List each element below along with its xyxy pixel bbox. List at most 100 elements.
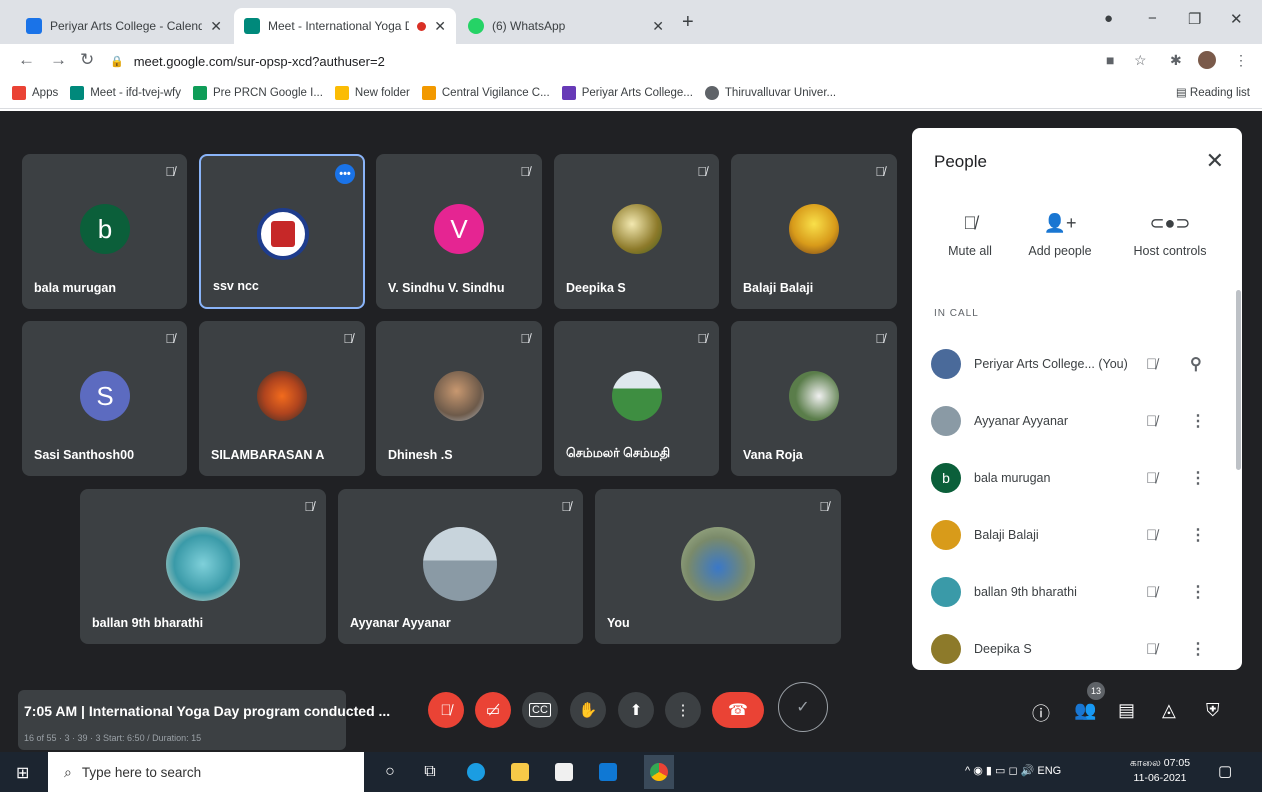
- mic-off-icon[interactable]: 🎙̸: [1146, 641, 1157, 658]
- network-icon[interactable]: ◉: [973, 765, 986, 777]
- participant-tile[interactable]: 🎙̸ b bala murugan: [22, 154, 187, 309]
- host-controls-button[interactable]: ⊂●⊃ Host controls: [1124, 213, 1216, 258]
- panel-scrollbar[interactable]: [1236, 290, 1241, 470]
- chevron-up-icon[interactable]: ^: [965, 765, 970, 777]
- end-call-button[interactable]: ☎: [712, 692, 764, 728]
- task-view-icon[interactable]: ⧉: [418, 760, 442, 784]
- taskbar-clock[interactable]: காலை 07:05 11-06-2021: [1130, 756, 1190, 786]
- omnibox[interactable]: 🔒 meet.google.com/sur-opsp-xcd?authuser=…: [110, 48, 1150, 74]
- participant-tile[interactable]: 🎙̸ Ayyanar Ayyanar: [338, 489, 583, 644]
- mic-off-button[interactable]: 🎙̸: [428, 692, 464, 728]
- close-window-button[interactable]: ✕: [1230, 10, 1243, 28]
- participant-tile[interactable]: 🎙̸ ballan 9th bharathi: [80, 489, 326, 644]
- mic-off-icon[interactable]: 🎙̸: [1146, 584, 1157, 601]
- menu-icon[interactable]: ⋮: [1234, 52, 1248, 69]
- bookmark-prcn[interactable]: Pre PRCN Google I...: [192, 85, 323, 100]
- system-tray[interactable]: ^ ◉ ▮ ▭ ◻ 🔊 ENG: [965, 764, 1061, 777]
- cortana-icon[interactable]: ○: [378, 760, 402, 784]
- more-vert-icon[interactable]: ⋮: [1190, 582, 1206, 602]
- bookmark-apps[interactable]: Apps: [12, 85, 58, 100]
- tab-meet[interactable]: Meet - International Yoga Da ✕: [234, 8, 456, 44]
- bookmark-vigilance[interactable]: Central Vigilance C...: [421, 85, 550, 100]
- forward-icon[interactable]: →: [50, 50, 67, 70]
- captions-button[interactable]: CC: [522, 692, 558, 728]
- language-indicator[interactable]: ENG: [1037, 765, 1061, 777]
- extensions-icon[interactable]: ✱: [1170, 52, 1182, 69]
- notification-icon[interactable]: ▢: [1218, 762, 1232, 780]
- participant-tile[interactable]: 🎙̸ SILAMBARASAN A: [199, 321, 365, 476]
- mic-off-icon[interactable]: 🎙̸: [1146, 413, 1157, 430]
- profile-avatar[interactable]: [1198, 51, 1216, 69]
- bookmark-periyar[interactable]: Periyar Arts College...: [561, 85, 693, 100]
- add-people-button[interactable]: 👤+ Add people: [1020, 213, 1100, 258]
- restore-button[interactable]: ❐: [1188, 10, 1201, 28]
- store-icon[interactable]: [552, 760, 576, 784]
- reload-icon[interactable]: ↻: [80, 50, 94, 70]
- participant-name: ssv ncc: [213, 279, 259, 293]
- volume-icon[interactable]: 🔊: [1021, 765, 1038, 777]
- pin-icon[interactable]: ⚲: [1190, 354, 1202, 374]
- info-icon[interactable]: ⓘ: [1032, 700, 1050, 726]
- people-list-item[interactable]: ballan 9th bharathi 🎙̸ ⋮: [912, 572, 1234, 612]
- more-vert-icon[interactable]: ⋮: [1190, 525, 1206, 545]
- people-list-item[interactable]: Ayyanar Ayyanar 🎙̸ ⋮: [912, 401, 1234, 441]
- participant-tile[interactable]: 🎙̸ Deepika S: [554, 154, 719, 309]
- participant-tile[interactable]: 🎙̸ V V. Sindhu V. Sindhu: [376, 154, 542, 309]
- participant-tile[interactable]: 🎙̸ Balaji Balaji: [731, 154, 897, 309]
- people-list-item[interactable]: Balaji Balaji 🎙̸ ⋮: [912, 515, 1234, 555]
- mute-all-button[interactable]: 🎙̸ Mute all: [934, 213, 1006, 258]
- chat-icon[interactable]: ▤: [1118, 700, 1135, 721]
- people-icon[interactable]: 👥: [1074, 700, 1096, 721]
- mic-off-icon[interactable]: 🎙̸: [1146, 356, 1157, 373]
- participant-tile[interactable]: 🎙̸ You: [595, 489, 841, 644]
- tab-whatsapp[interactable]: (6) WhatsApp ✕: [458, 8, 674, 44]
- more-options-icon[interactable]: •••: [335, 164, 355, 184]
- mail-icon[interactable]: [596, 760, 620, 784]
- participant-tile[interactable]: ••• ssv ncc: [199, 154, 365, 309]
- participant-name: V. Sindhu V. Sindhu: [388, 281, 505, 295]
- mic-off-icon[interactable]: 🎙̸: [1146, 470, 1157, 487]
- file-explorer-icon[interactable]: [508, 760, 532, 784]
- mic-off-icon[interactable]: 🎙̸: [1146, 527, 1157, 544]
- reading-list-button[interactable]: ▤ Reading list: [1176, 85, 1250, 99]
- new-tab-button[interactable]: +: [682, 11, 694, 34]
- participant-tile[interactable]: 🎙̸ Vana Roja: [731, 321, 897, 476]
- more-vert-icon[interactable]: ⋮: [1190, 639, 1206, 659]
- check-button[interactable]: ✓: [778, 682, 828, 732]
- tab-calendar[interactable]: Periyar Arts College - Calendar - ✕: [16, 8, 232, 44]
- close-tab-icon[interactable]: ✕: [210, 18, 222, 35]
- edge-icon[interactable]: [464, 760, 488, 784]
- battery-icon[interactable]: ▭: [995, 765, 1008, 777]
- participant-tile[interactable]: 🎙̸ செம்மலர் செம்மதி: [554, 321, 719, 476]
- close-tab-icon[interactable]: ✕: [434, 18, 446, 35]
- profile-indicator-icon[interactable]: ●: [1104, 10, 1113, 27]
- close-tab-icon[interactable]: ✕: [652, 18, 664, 35]
- camera-off-button[interactable]: ▭̸: [475, 692, 511, 728]
- minimize-button[interactable]: −: [1148, 10, 1157, 27]
- people-list-item[interactable]: b bala murugan 🎙̸ ⋮: [912, 458, 1234, 498]
- bookmark-folder[interactable]: New folder: [334, 85, 410, 100]
- usb-icon[interactable]: ▮: [986, 765, 995, 777]
- star-icon[interactable]: ☆: [1134, 52, 1147, 69]
- bookmark-meet[interactable]: Meet - ifd-tvej-wfy: [70, 85, 181, 100]
- activities-icon[interactable]: ◬: [1162, 700, 1176, 721]
- bookmark-university[interactable]: Thiruvalluvar Univer...: [704, 85, 836, 100]
- add-person-icon: 👤+: [1043, 213, 1077, 233]
- participant-tile[interactable]: 🎙̸ S Sasi Santhosh00: [22, 321, 187, 476]
- camera-icon[interactable]: ■: [1106, 52, 1114, 68]
- more-vert-icon[interactable]: ⋮: [1190, 411, 1206, 431]
- chrome-icon[interactable]: [644, 755, 674, 789]
- raise-hand-button[interactable]: ✋: [570, 692, 606, 728]
- close-panel-icon[interactable]: ✕: [1206, 148, 1224, 174]
- taskbar-search[interactable]: ⌕ Type here to search: [48, 752, 364, 792]
- people-list-item[interactable]: Deepika S 🎙̸ ⋮: [912, 629, 1234, 669]
- people-list-item[interactable]: Periyar Arts College... (You) 🎙̸ ⚲: [912, 344, 1234, 384]
- host-controls-icon[interactable]: ⛨: [1206, 700, 1220, 721]
- more-options-button[interactable]: ⋮: [665, 692, 701, 728]
- more-vert-icon[interactable]: ⋮: [1190, 468, 1206, 488]
- present-button[interactable]: ⬆: [618, 692, 654, 728]
- participant-tile[interactable]: 🎙̸ Dhinesh .S: [376, 321, 542, 476]
- back-icon[interactable]: ←: [18, 50, 35, 70]
- windows-start-icon[interactable]: ⊞: [16, 763, 29, 783]
- display-icon[interactable]: ◻: [1008, 765, 1020, 777]
